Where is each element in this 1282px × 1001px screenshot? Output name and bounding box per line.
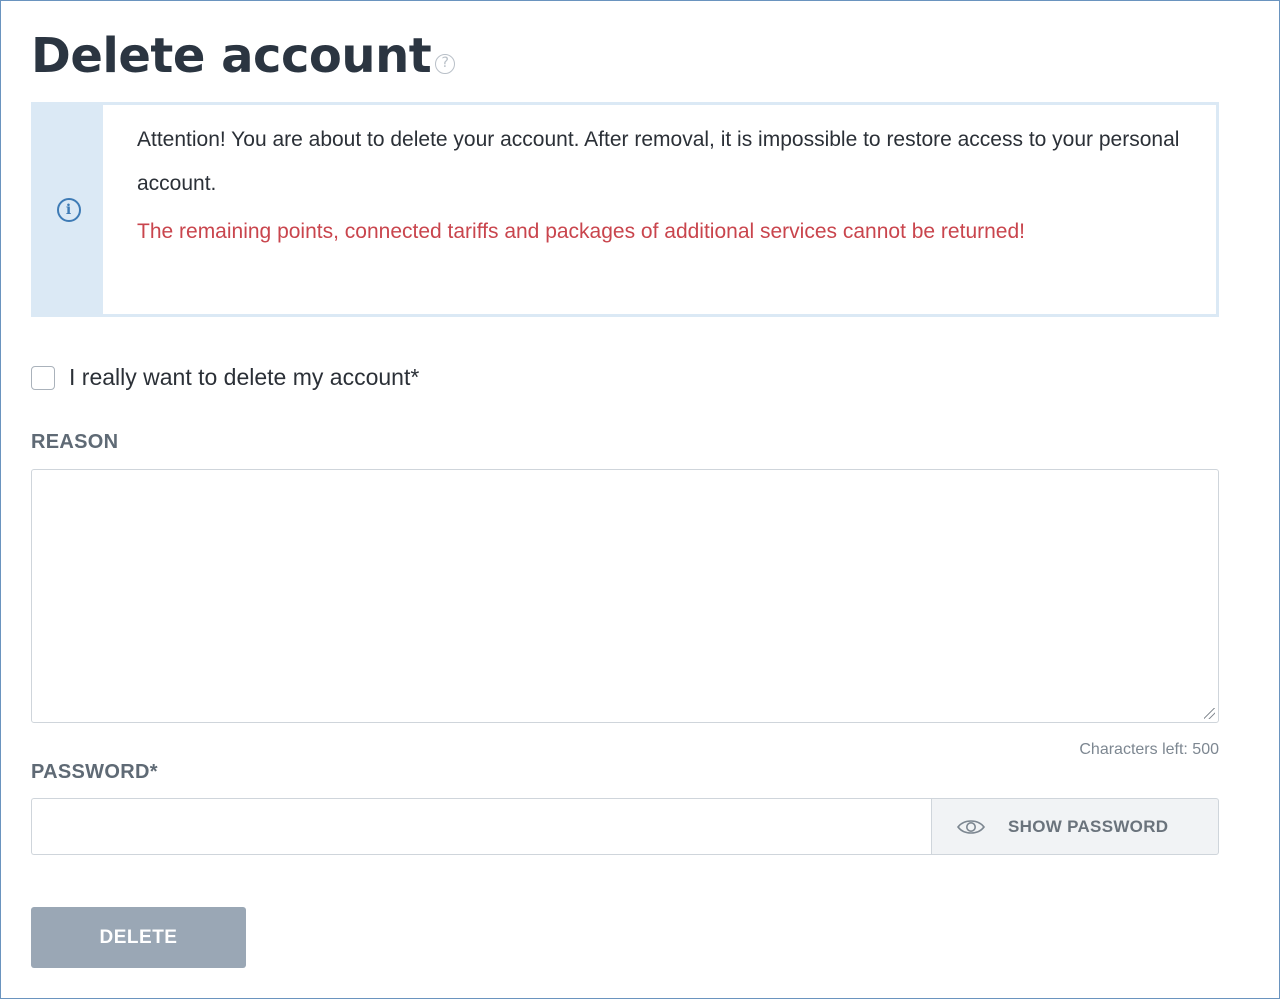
confirm-checkbox-label[interactable]: I really want to delete my account* [69, 364, 419, 391]
confirm-checkbox-row[interactable]: I really want to delete my account* [31, 364, 419, 391]
info-icon: i [56, 197, 81, 222]
password-input[interactable] [31, 798, 931, 855]
password-label: PASSWORD* [31, 761, 158, 783]
alert-body: Attention! You are about to delete your … [103, 105, 1216, 314]
show-password-button[interactable]: SHOW PASSWORD [931, 798, 1219, 855]
confirm-checkbox[interactable] [31, 365, 55, 390]
help-icon[interactable]: ? [435, 54, 456, 74]
delete-button[interactable]: DELETE [31, 907, 246, 968]
reason-textarea[interactable] [31, 469, 1219, 723]
alert-side-strip: i [34, 105, 103, 314]
show-password-label: SHOW PASSWORD [1008, 816, 1169, 836]
attention-alert: i Attention! You are about to delete you… [31, 102, 1219, 317]
password-row: SHOW PASSWORD [31, 798, 1219, 855]
alert-text: Attention! You are about to delete your … [137, 128, 1180, 195]
page-title: Delete account [31, 28, 432, 84]
eye-icon [956, 819, 986, 834]
characters-left-counter: Characters left: 500 [1079, 741, 1219, 758]
alert-warning: The remaining points, connected tariffs … [137, 220, 1025, 243]
title-row: Delete account ? [31, 24, 456, 84]
reason-label: REASON [31, 431, 119, 453]
resize-handle-icon[interactable] [1204, 708, 1215, 719]
